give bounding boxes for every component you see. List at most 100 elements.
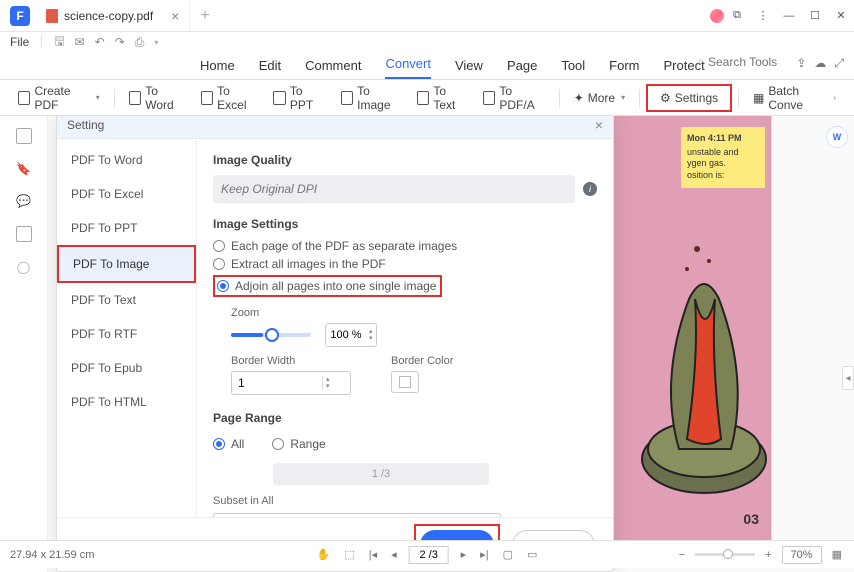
print-dropdown-icon[interactable]: ▾ bbox=[154, 38, 158, 47]
share-icon[interactable]: ⇪ bbox=[796, 56, 806, 71]
radio-checked-icon bbox=[213, 438, 225, 450]
menu-page[interactable]: Page bbox=[507, 58, 537, 79]
zoom-slider-status[interactable] bbox=[695, 553, 755, 556]
select-tool-icon[interactable]: ⬚ bbox=[342, 548, 356, 561]
hand-tool-icon[interactable]: ✋ bbox=[315, 548, 333, 561]
option-adjoin[interactable]: Adjoin all pages into one single image bbox=[217, 279, 436, 293]
create-pdf-button[interactable]: Create PDF▾ bbox=[10, 80, 108, 116]
sidebar-pdf-to-epub[interactable]: PDF To Epub bbox=[57, 351, 196, 385]
page-dimensions: 27.94 x 21.59 cm bbox=[10, 549, 94, 561]
more-button[interactable]: ✦More▾ bbox=[566, 87, 633, 109]
new-tab-button[interactable]: + bbox=[190, 7, 219, 25]
search-icon[interactable]: ⌕ bbox=[697, 54, 704, 69]
menu-comment[interactable]: Comment bbox=[305, 58, 361, 79]
bookmarks-icon[interactable]: 🔖 bbox=[16, 162, 31, 176]
subset-label: Subset in All bbox=[213, 495, 597, 507]
fullscreen-icon[interactable]: ⤢ bbox=[834, 56, 844, 71]
attachments-icon[interactable] bbox=[16, 226, 32, 242]
modal-close-button[interactable]: × bbox=[595, 117, 603, 133]
zoom-out-icon[interactable]: − bbox=[677, 549, 687, 561]
image-quality-label: Image Quality bbox=[213, 153, 597, 167]
page-number: 03 bbox=[743, 511, 759, 527]
thumbnails-icon[interactable] bbox=[16, 128, 32, 144]
sticky-note[interactable]: Mon 4:11 PM unstable and ygen gas. ositi… bbox=[681, 127, 765, 188]
menu-dots-icon[interactable]: ⋮ bbox=[750, 0, 776, 32]
fit-width-icon[interactable]: ▭ bbox=[525, 548, 539, 561]
sidebar-pdf-to-text[interactable]: PDF To Text bbox=[57, 283, 196, 317]
fit-page-icon[interactable]: ▢ bbox=[501, 548, 515, 561]
comments-icon[interactable]: 💬 bbox=[16, 194, 31, 208]
first-page-icon[interactable]: |◂ bbox=[367, 548, 379, 561]
image-settings-label: Image Settings bbox=[213, 217, 597, 231]
pdfa-icon bbox=[483, 91, 496, 105]
search-input[interactable] bbox=[708, 55, 788, 69]
sidebar-pdf-to-image[interactable]: PDF To Image bbox=[57, 245, 196, 283]
info-icon[interactable]: i bbox=[583, 182, 597, 196]
zoom-slider[interactable] bbox=[231, 333, 311, 337]
prev-page-icon[interactable]: ◂ bbox=[389, 548, 399, 561]
minimize-button[interactable]: — bbox=[776, 0, 802, 32]
image-icon bbox=[341, 91, 354, 105]
range-custom[interactable]: Range bbox=[272, 437, 325, 451]
page-input[interactable] bbox=[409, 546, 449, 564]
file-menu[interactable]: File bbox=[10, 35, 29, 49]
word-icon bbox=[129, 91, 142, 105]
print-icon[interactable]: ⎙ bbox=[135, 35, 145, 50]
sidebar-pdf-to-rtf[interactable]: PDF To RTF bbox=[57, 317, 196, 351]
border-width-input[interactable]: ▴▾ bbox=[231, 371, 351, 395]
to-excel-button[interactable]: To Excel bbox=[193, 80, 266, 116]
ppt-icon bbox=[273, 91, 286, 105]
next-page-icon[interactable]: ▸ bbox=[459, 548, 469, 561]
option-extract-images[interactable]: Extract all images in the PDF bbox=[213, 257, 597, 271]
search-panel-icon[interactable]: ◯ bbox=[17, 260, 30, 274]
theme-icon[interactable] bbox=[710, 9, 724, 23]
last-page-icon[interactable]: ▸| bbox=[478, 548, 490, 561]
option-each-page[interactable]: Each page of the PDF as separate images bbox=[213, 239, 597, 253]
radio-icon bbox=[213, 258, 225, 270]
app-icon: F bbox=[10, 6, 30, 26]
menu-home[interactable]: Home bbox=[200, 58, 235, 79]
undo-icon[interactable]: ↶ bbox=[95, 35, 105, 49]
radio-checked-icon bbox=[217, 280, 229, 292]
menu-view[interactable]: View bbox=[455, 58, 483, 79]
menu-form[interactable]: Form bbox=[609, 58, 639, 79]
redo-icon[interactable]: ↷ bbox=[115, 35, 125, 49]
excel-icon bbox=[201, 91, 214, 105]
range-all[interactable]: All bbox=[213, 437, 244, 451]
to-word-button[interactable]: To Word bbox=[121, 80, 193, 116]
batch-convert-button[interactable]: ▦Batch Conve› bbox=[745, 80, 844, 116]
batch-icon: ▦ bbox=[753, 91, 764, 105]
zoom-value[interactable]: 70% bbox=[782, 546, 822, 564]
save-icon[interactable]: 🖫 bbox=[54, 32, 64, 53]
to-ppt-button[interactable]: To PPT bbox=[265, 80, 332, 116]
zoom-value-input[interactable]: ▴▾ bbox=[325, 323, 377, 347]
menu-convert[interactable]: Convert bbox=[385, 56, 431, 79]
maximize-button[interactable]: ☐ bbox=[802, 0, 828, 32]
menu-edit[interactable]: Edit bbox=[259, 58, 281, 79]
layout-icon[interactable]: ▦ bbox=[830, 548, 844, 561]
close-tab-icon[interactable]: × bbox=[171, 8, 179, 24]
zoom-in-icon[interactable]: + bbox=[763, 549, 773, 561]
border-color-label: Border Color bbox=[391, 355, 453, 367]
to-pdfa-button[interactable]: To PDF/A bbox=[475, 80, 553, 116]
cloud-icon[interactable]: ☁ bbox=[814, 56, 826, 71]
dpi-input[interactable] bbox=[213, 175, 575, 203]
mail-icon[interactable]: ✉ bbox=[75, 35, 85, 49]
document-tab[interactable]: science-copy.pdf × bbox=[36, 1, 190, 31]
close-window-button[interactable]: ✕ bbox=[828, 0, 854, 32]
settings-button[interactable]: ⚙Settings bbox=[656, 89, 722, 107]
border-color-picker[interactable] bbox=[391, 371, 419, 393]
ext-window-icon[interactable]: ⧉ bbox=[724, 0, 750, 32]
sidebar-pdf-to-excel[interactable]: PDF To Excel bbox=[57, 177, 196, 211]
menu-tool[interactable]: Tool bbox=[561, 58, 585, 79]
to-image-button[interactable]: To Image bbox=[333, 80, 409, 116]
volcano-illustration bbox=[639, 239, 769, 499]
sticky-date: Mon 4:11 PM bbox=[687, 133, 759, 145]
word-badge-icon[interactable]: W bbox=[826, 126, 848, 148]
to-text-button[interactable]: To Text bbox=[409, 80, 475, 116]
sidebar-pdf-to-html[interactable]: PDF To HTML bbox=[57, 385, 196, 419]
sidebar-pdf-to-ppt[interactable]: PDF To PPT bbox=[57, 211, 196, 245]
modal-title: Setting bbox=[67, 118, 104, 132]
expand-right-icon[interactable]: ◂ bbox=[842, 366, 854, 390]
sidebar-pdf-to-word[interactable]: PDF To Word bbox=[57, 143, 196, 177]
